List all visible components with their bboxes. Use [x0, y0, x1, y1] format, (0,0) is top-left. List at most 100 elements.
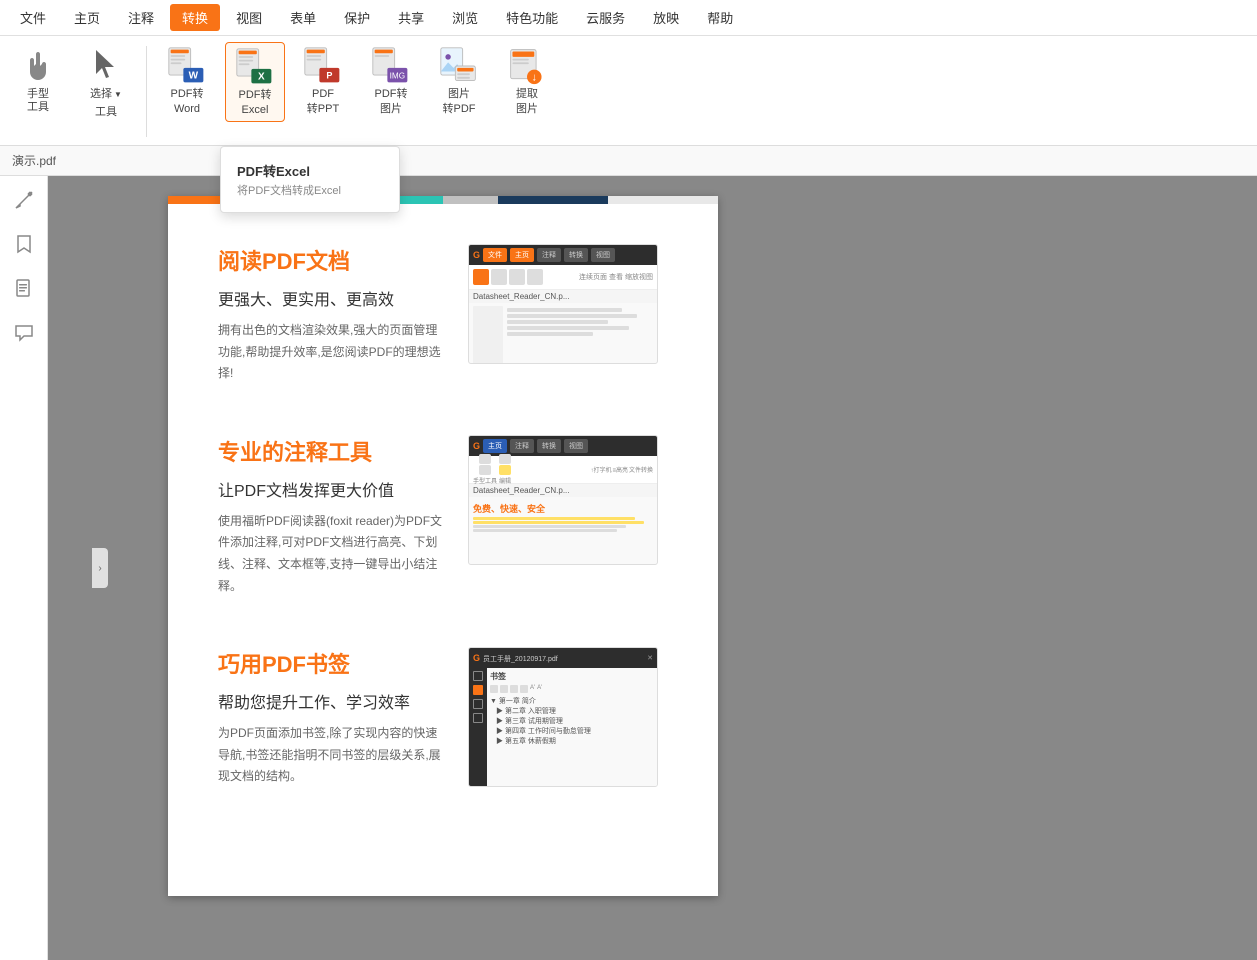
mini-ann-line1: [473, 525, 626, 528]
mini-read-topbar: G 文件 主页 注释 转换 视图: [469, 245, 657, 265]
mini-tool-select: [491, 269, 507, 285]
mini-tool-copy: [509, 269, 525, 285]
select-tool-label: 选择▼: [90, 88, 122, 101]
mini-bm-panel: 书签 A' A': [487, 668, 657, 786]
menu-protect[interactable]: 保护: [332, 4, 382, 31]
pdf-ppt-label2: 转PPT: [307, 103, 339, 116]
image-to-pdf-button[interactable]: 图片 转PDF: [429, 42, 489, 120]
menu-cloud[interactable]: 云服务: [574, 4, 637, 31]
mini-ann-right: ↑打字机 ≡高亮 文件转换: [590, 465, 653, 474]
mini-bm-tb3: [510, 685, 518, 693]
mini-ann-highlight-text: 免费、快速、安全: [473, 502, 653, 515]
svg-text:X: X: [258, 72, 265, 83]
menu-view[interactable]: 视图: [224, 4, 274, 31]
pdf-image-label: PDF转: [375, 88, 408, 101]
extract-icon: ↓: [507, 46, 547, 86]
mini-ann-tool2: [479, 465, 491, 475]
feature-annotate-preview: G 主页 注释 转换 视图: [468, 435, 668, 597]
extract-label2: 图片: [516, 103, 538, 116]
menu-browse[interactable]: 浏览: [440, 4, 490, 31]
topbar-gray: [443, 196, 498, 204]
menu-file[interactable]: 文件: [8, 4, 58, 31]
select-tool-button[interactable]: 选择▼ 工具: [76, 42, 136, 123]
mini-annotate-tab2: 注释: [510, 439, 534, 453]
mini-read-preview: G 文件 主页 注释 转换 视图: [468, 244, 658, 364]
item5-icon: ▶: [496, 738, 503, 745]
sidebar-comment-icon[interactable]: [8, 316, 40, 348]
pdf-excel-dropdown: PDF转Excel 将PDF文档转成Excel: [220, 146, 400, 213]
preview-content: 阅读PDF文档 更强大、更实用、更高效 拥有出色的文档渲染效果,强大的页面管理功…: [168, 204, 718, 878]
menu-help[interactable]: 帮助: [695, 4, 745, 31]
feature-bookmark-text: 巧用PDF书签 帮助您提升工作、学习效率 为PDF页面添加书签,除了实现内容的快…: [218, 647, 448, 788]
feature-read-desc: 拥有出色的文档渲染效果,强大的页面管理功能,帮助提升效率,是您阅读PDF的理想选…: [218, 320, 448, 385]
mini-tool-hand: [473, 269, 489, 285]
menu-convert[interactable]: 转换: [170, 4, 220, 31]
menu-features[interactable]: 特色功能: [494, 4, 570, 31]
mini-content-line1: [507, 308, 622, 312]
dropdown-pdf-excel-item[interactable]: PDF转Excel 将PDF文档转成Excel: [221, 155, 399, 204]
mini-bm-item3: ▶ 第三章 试用期管理: [490, 716, 654, 726]
mini-read-thumbnail: [473, 306, 503, 364]
mini-tool-group: 手型工具: [473, 454, 497, 485]
preview-panel: 阅读PDF文档 更强大、更实用、更高效 拥有出色的文档渲染效果,强大的页面管理功…: [168, 196, 718, 896]
mini-bm-sidebar: [469, 668, 487, 786]
mini-annotate-topbar: G 主页 注释 转换 视图: [469, 436, 657, 456]
mini-bm-title: 书签: [490, 671, 654, 682]
menu-share[interactable]: 共享: [386, 4, 436, 31]
pdf-ppt-label: PDF: [312, 88, 334, 101]
doc-area: 阅读PDF文档 更强大、更实用、更高效 拥有出色的文档渲染效果,强大的页面管理功…: [48, 176, 1257, 960]
mini-bm-filename: 员工手册_20120917.pdf: [483, 653, 644, 664]
menu-annotate[interactable]: 注释: [116, 4, 166, 31]
sidebar-bookmark-icon[interactable]: [8, 228, 40, 260]
mini-tab-annotate: 注释: [537, 248, 561, 262]
feature-annotate-desc: 使用福昕PDF阅读器(foxit reader)为PDF文件添加注释,可对PDF…: [218, 511, 448, 597]
feature-bookmark-desc: 为PDF页面添加书签,除了实现内容的快速导航,书签还能指明不同书签的层级关系,展…: [218, 723, 448, 788]
pdf-to-image-button[interactable]: IMG PDF转 图片: [361, 42, 421, 120]
hand-icon: [18, 46, 58, 86]
doc-area-inner: 阅读PDF文档 更强大、更实用、更高效 拥有出色的文档渲染效果,强大的页面管理功…: [48, 176, 1257, 960]
mini-ann-body: 免费、快速、安全: [469, 500, 657, 535]
mini-content-line5: [507, 332, 593, 336]
mini-bm-tb2: [500, 685, 508, 693]
topbar-darkblue: [498, 196, 608, 204]
menu-slideshow[interactable]: 放映: [641, 4, 691, 31]
svg-text:P: P: [326, 71, 332, 81]
mini-bm-icon4: [473, 713, 483, 723]
mini-tab-home: 主页: [510, 248, 534, 262]
toolbar: 手型工具 选择▼ 工具 W PDF转 Word: [0, 36, 1257, 146]
pdf-word-label: PDF转: [171, 88, 204, 101]
feature-read-preview: G 文件 主页 注释 转换 视图: [468, 244, 668, 385]
mini-bm-item4: ▶ 第四章 工作时间与勤怠管理: [490, 726, 654, 736]
mini-bm-item2: ▶ 第二章 入职管理: [490, 706, 654, 716]
pdf-to-word-button[interactable]: W PDF转 Word: [157, 42, 217, 120]
sidebar-pencil-icon[interactable]: [8, 184, 40, 216]
hand-tool-button[interactable]: 手型工具: [8, 42, 68, 118]
feature-annotate-subtitle: 让PDF文档发挥更大价值: [218, 477, 448, 501]
menu-home[interactable]: 主页: [62, 4, 112, 31]
feature-bookmark-subtitle: 帮助您提升工作、学习效率: [218, 689, 448, 713]
svg-text:W: W: [189, 71, 199, 82]
mini-bm-icon1: [473, 671, 483, 681]
left-sidebar: [0, 176, 48, 960]
extract-image-button[interactable]: ↓ 提取 图片: [497, 42, 557, 120]
sidebar-pages-icon[interactable]: [8, 272, 40, 304]
pdf-excel-icon: X: [235, 47, 275, 87]
item4-icon: ▶: [496, 728, 503, 735]
mini-content-line2: [507, 314, 637, 318]
feature-read-title: 阅读PDF文档: [218, 244, 448, 276]
mini-ann-hl-bar1: [473, 517, 635, 520]
pdf-to-ppt-button[interactable]: P PDF 转PPT: [293, 42, 353, 120]
feature-bookmark-title: 巧用PDF书签: [218, 647, 448, 679]
mini-ann-edit: [499, 454, 511, 464]
mini-bm-item5: ▶ 第五章 休薪假期: [490, 736, 654, 746]
mini-annotate-tab: 主页: [483, 439, 507, 453]
menu-form[interactable]: 表单: [278, 4, 328, 31]
mini-tool-group2: 编辑: [499, 454, 511, 485]
dropdown-pdf-excel-title: PDF转Excel: [237, 161, 383, 180]
mini-bookmark-preview: G 员工手册_20120917.pdf ✕: [468, 647, 658, 787]
collapse-toggle[interactable]: ›: [92, 548, 108, 588]
mini-tool-paste: [527, 269, 543, 285]
filepath-text: 演示.pdf: [12, 152, 56, 169]
pdf-to-excel-button[interactable]: X PDF转 Excel: [225, 42, 285, 122]
mini-ann-line2: [473, 529, 617, 532]
